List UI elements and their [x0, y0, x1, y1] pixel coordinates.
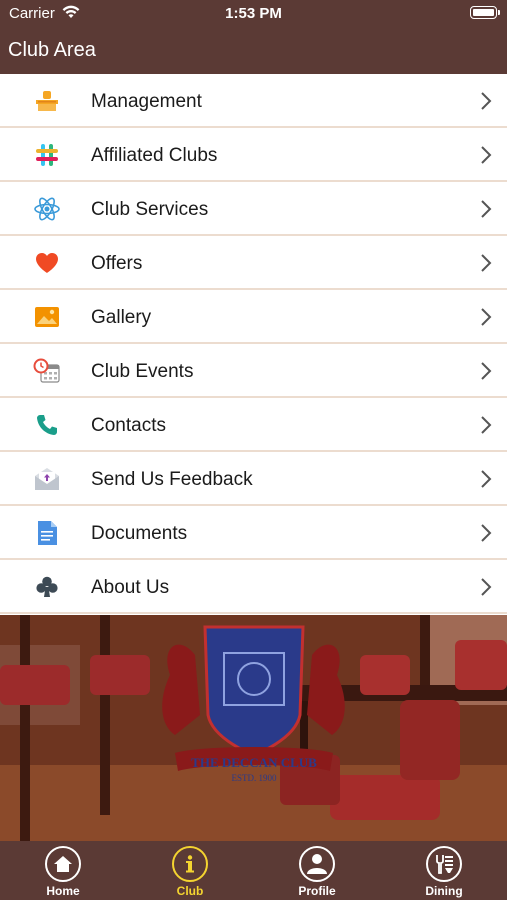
- menu-item-contacts[interactable]: Contacts: [0, 398, 507, 452]
- chevron-right-icon: [481, 92, 492, 110]
- restaurant-background: THE DECCAN CLUB ESTD. 1900: [0, 615, 507, 841]
- menu-item-label: Gallery: [91, 307, 152, 328]
- menu-item-club-services[interactable]: Club Services: [0, 182, 507, 236]
- club-banner-image: THE DECCAN CLUB ESTD. 1900: [0, 615, 507, 841]
- profile-icon: [299, 846, 335, 882]
- deccan-club-logo: THE DECCAN CLUB ESTD. 1900: [162, 625, 345, 783]
- chevron-right-icon: [481, 416, 492, 434]
- tab-label: Home: [46, 884, 80, 898]
- menu-item-label: Documents: [91, 523, 188, 544]
- menu-item-label: About Us: [91, 577, 170, 598]
- bottom-tab-bar: Home Club Profile Dining: [0, 841, 507, 900]
- chevron-right-icon: [481, 254, 492, 272]
- tab-home[interactable]: Home: [0, 841, 126, 900]
- status-bar: Carrier 1:53 PM: [0, 0, 507, 26]
- document-icon: [33, 520, 61, 546]
- home-icon: [45, 846, 81, 882]
- chevron-right-icon: [481, 578, 492, 596]
- menu-item-label: Club Events: [91, 361, 194, 382]
- chevron-right-icon: [481, 470, 492, 488]
- slack-hash-icon: [33, 142, 61, 168]
- picture-icon: [33, 304, 61, 330]
- tab-profile[interactable]: Profile: [254, 841, 380, 900]
- menu-item-label: Affiliated Clubs: [91, 145, 218, 166]
- tab-label: Dining: [425, 884, 463, 898]
- chevron-right-icon: [481, 362, 492, 380]
- club-suit-icon: [33, 574, 61, 600]
- menu-item-documents[interactable]: Documents: [0, 506, 507, 560]
- tab-dining[interactable]: Dining: [381, 841, 507, 900]
- atom-icon: [33, 196, 61, 222]
- tab-club[interactable]: Club: [127, 841, 253, 900]
- info-icon: [172, 846, 208, 882]
- menu-item-label: Contacts: [91, 415, 166, 436]
- battery-icon: [470, 6, 500, 19]
- menu-item-label: Club Services: [91, 199, 209, 220]
- feedback-envelope-icon: [33, 466, 61, 492]
- menu-item-label: Send Us Feedback: [91, 469, 253, 490]
- phone-icon: [33, 412, 61, 438]
- menu-item-label: Offers: [91, 253, 143, 274]
- menu-item-label: Management: [91, 91, 202, 112]
- tab-label: Profile: [298, 884, 336, 898]
- menu-item-club-events[interactable]: Club Events: [0, 344, 507, 398]
- menu-item-gallery[interactable]: Gallery: [0, 290, 507, 344]
- menu-item-affiliated-clubs[interactable]: Affiliated Clubs: [0, 128, 507, 182]
- chevron-right-icon: [481, 200, 492, 218]
- club-menu-list: Management Affiliated Clubs Club Service…: [0, 74, 507, 614]
- status-time: 1:53 PM: [225, 5, 282, 22]
- menu-item-send-us-feedback[interactable]: Send Us Feedback: [0, 452, 507, 506]
- chevron-right-icon: [481, 308, 492, 326]
- chevron-right-icon: [481, 146, 492, 164]
- page-title: Club Area: [8, 39, 96, 61]
- management-desk-icon: [33, 88, 61, 114]
- app-header: Club Area: [0, 26, 507, 74]
- calendar-clock-icon: [33, 358, 61, 384]
- menu-item-offers[interactable]: Offers: [0, 236, 507, 290]
- menu-item-management[interactable]: Management: [0, 74, 507, 128]
- logo-text: THE DECCAN CLUB: [191, 755, 317, 770]
- tab-label: Club: [176, 884, 204, 898]
- chevron-right-icon: [481, 524, 492, 542]
- dining-icon: [426, 846, 462, 882]
- logo-estd-text: ESTD. 1900: [232, 773, 278, 783]
- menu-item-about-us[interactable]: About Us: [0, 560, 507, 614]
- heart-icon: [33, 250, 61, 276]
